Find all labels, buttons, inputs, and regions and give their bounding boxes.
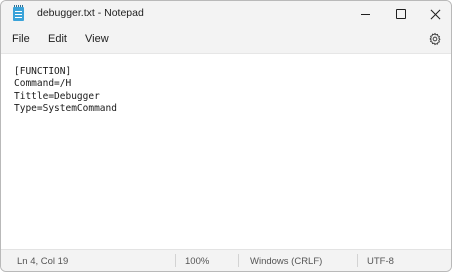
editor-line: Command=/H — [14, 78, 72, 90]
maximize-button[interactable] — [383, 1, 419, 27]
status-bar: Ln 4, Col 19 100% Windows (CRLF) UTF-8 — [1, 249, 451, 271]
menu-edit[interactable]: Edit — [48, 33, 67, 45]
line-ending[interactable]: Windows (CRLF) — [250, 256, 322, 267]
notepad-icon — [13, 5, 24, 21]
title-bar[interactable]: debugger.txt - Notepad — [1, 1, 451, 27]
minimize-icon — [360, 13, 370, 15]
status-divider — [238, 254, 239, 267]
gear-icon — [429, 32, 441, 46]
close-icon — [430, 9, 441, 20]
window-title: debugger.txt - Notepad — [37, 7, 144, 19]
editor-line: Type=SystemCommand — [14, 103, 117, 115]
cursor-position: Ln 4, Col 19 — [17, 256, 69, 267]
menu-view[interactable]: View — [85, 33, 109, 45]
maximize-icon — [396, 9, 406, 19]
menu-bar: File Edit View — [1, 27, 451, 53]
editor-line: Tittle=Debugger — [14, 90, 100, 102]
notepad-window: debugger.txt - Notepad File Edit View [F… — [0, 0, 452, 272]
menu-file[interactable]: File — [12, 33, 30, 45]
close-button[interactable] — [417, 1, 451, 27]
encoding[interactable]: UTF-8 — [367, 256, 394, 267]
editor-content[interactable]: [FUNCTION] Command=/H Tittle=Debugger Type=… — [14, 66, 117, 116]
status-divider — [357, 254, 358, 267]
minimize-button[interactable] — [347, 1, 383, 27]
text-editor[interactable]: [FUNCTION] Command=/H Tittle=Debugger Type=… — [1, 53, 451, 249]
editor-line: [FUNCTION] — [14, 66, 72, 77]
zoom-level[interactable]: 100% — [185, 256, 209, 267]
settings-button[interactable] — [428, 32, 442, 46]
status-divider — [175, 254, 176, 267]
